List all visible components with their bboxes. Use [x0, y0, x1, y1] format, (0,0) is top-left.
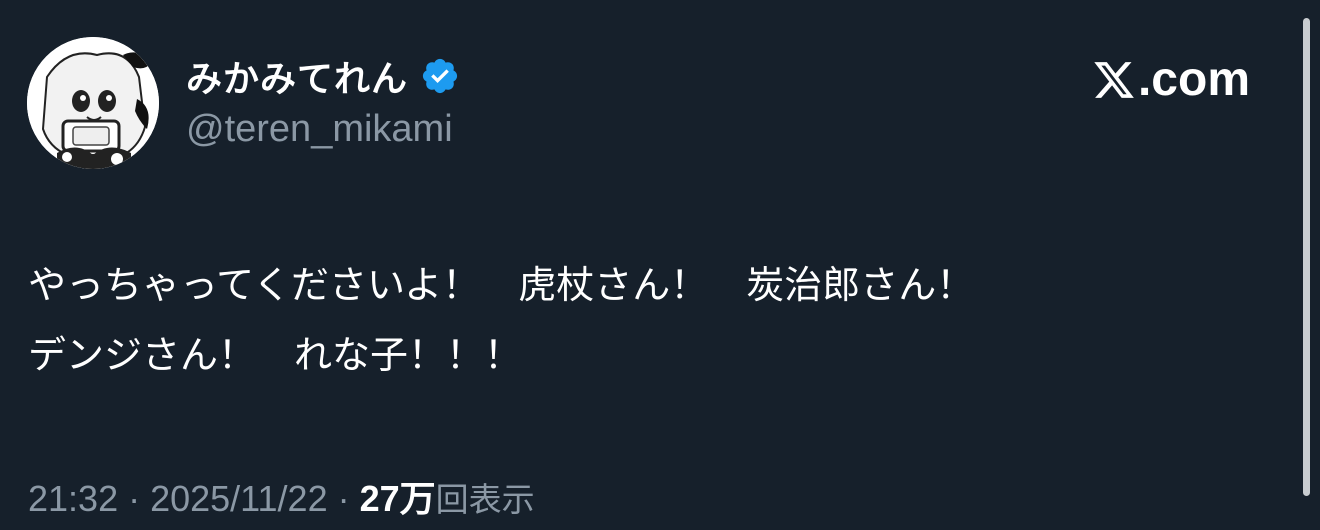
brand-domain: .com [1137, 53, 1250, 106]
post-date[interactable]: 2025/11/22 [150, 478, 328, 520]
post-card: みかみてれん @teren_mikami .com やっちゃってくださいよ！ 虎… [0, 0, 1320, 530]
meta-separator: · [118, 478, 151, 519]
post-text-line: やっちゃってくださいよ！ 虎杖さん！ 炭治郎さん！ [28, 263, 975, 307]
avatar-illustration-icon [27, 37, 159, 169]
author-display-name[interactable]: みかみてれん [186, 50, 408, 102]
post-text-line: デンジさん！ れな子！！！ [28, 333, 523, 377]
post-meta: 21:32 · 2025/11/22 · 27万 回表示 [28, 470, 535, 522]
verified-badge-icon[interactable] [420, 56, 460, 96]
avatar[interactable] [27, 37, 159, 169]
post-time[interactable]: 21:32 [28, 478, 118, 520]
scrollbar[interactable] [1303, 18, 1310, 496]
x-logo-icon [1092, 58, 1136, 102]
author-name-row[interactable]: みかみてれん [186, 52, 460, 100]
views-label: 回表示 [435, 480, 535, 519]
brand-logo: .com [1092, 52, 1250, 107]
meta-separator: · [327, 478, 360, 519]
author-handle[interactable]: @teren_mikami [186, 108, 453, 151]
post-text: やっちゃってくださいよ！ 虎杖さん！ 炭治郎さん！ デンジさん！ れな子！！！ [28, 250, 1268, 390]
views-count[interactable]: 27万 [360, 470, 436, 522]
